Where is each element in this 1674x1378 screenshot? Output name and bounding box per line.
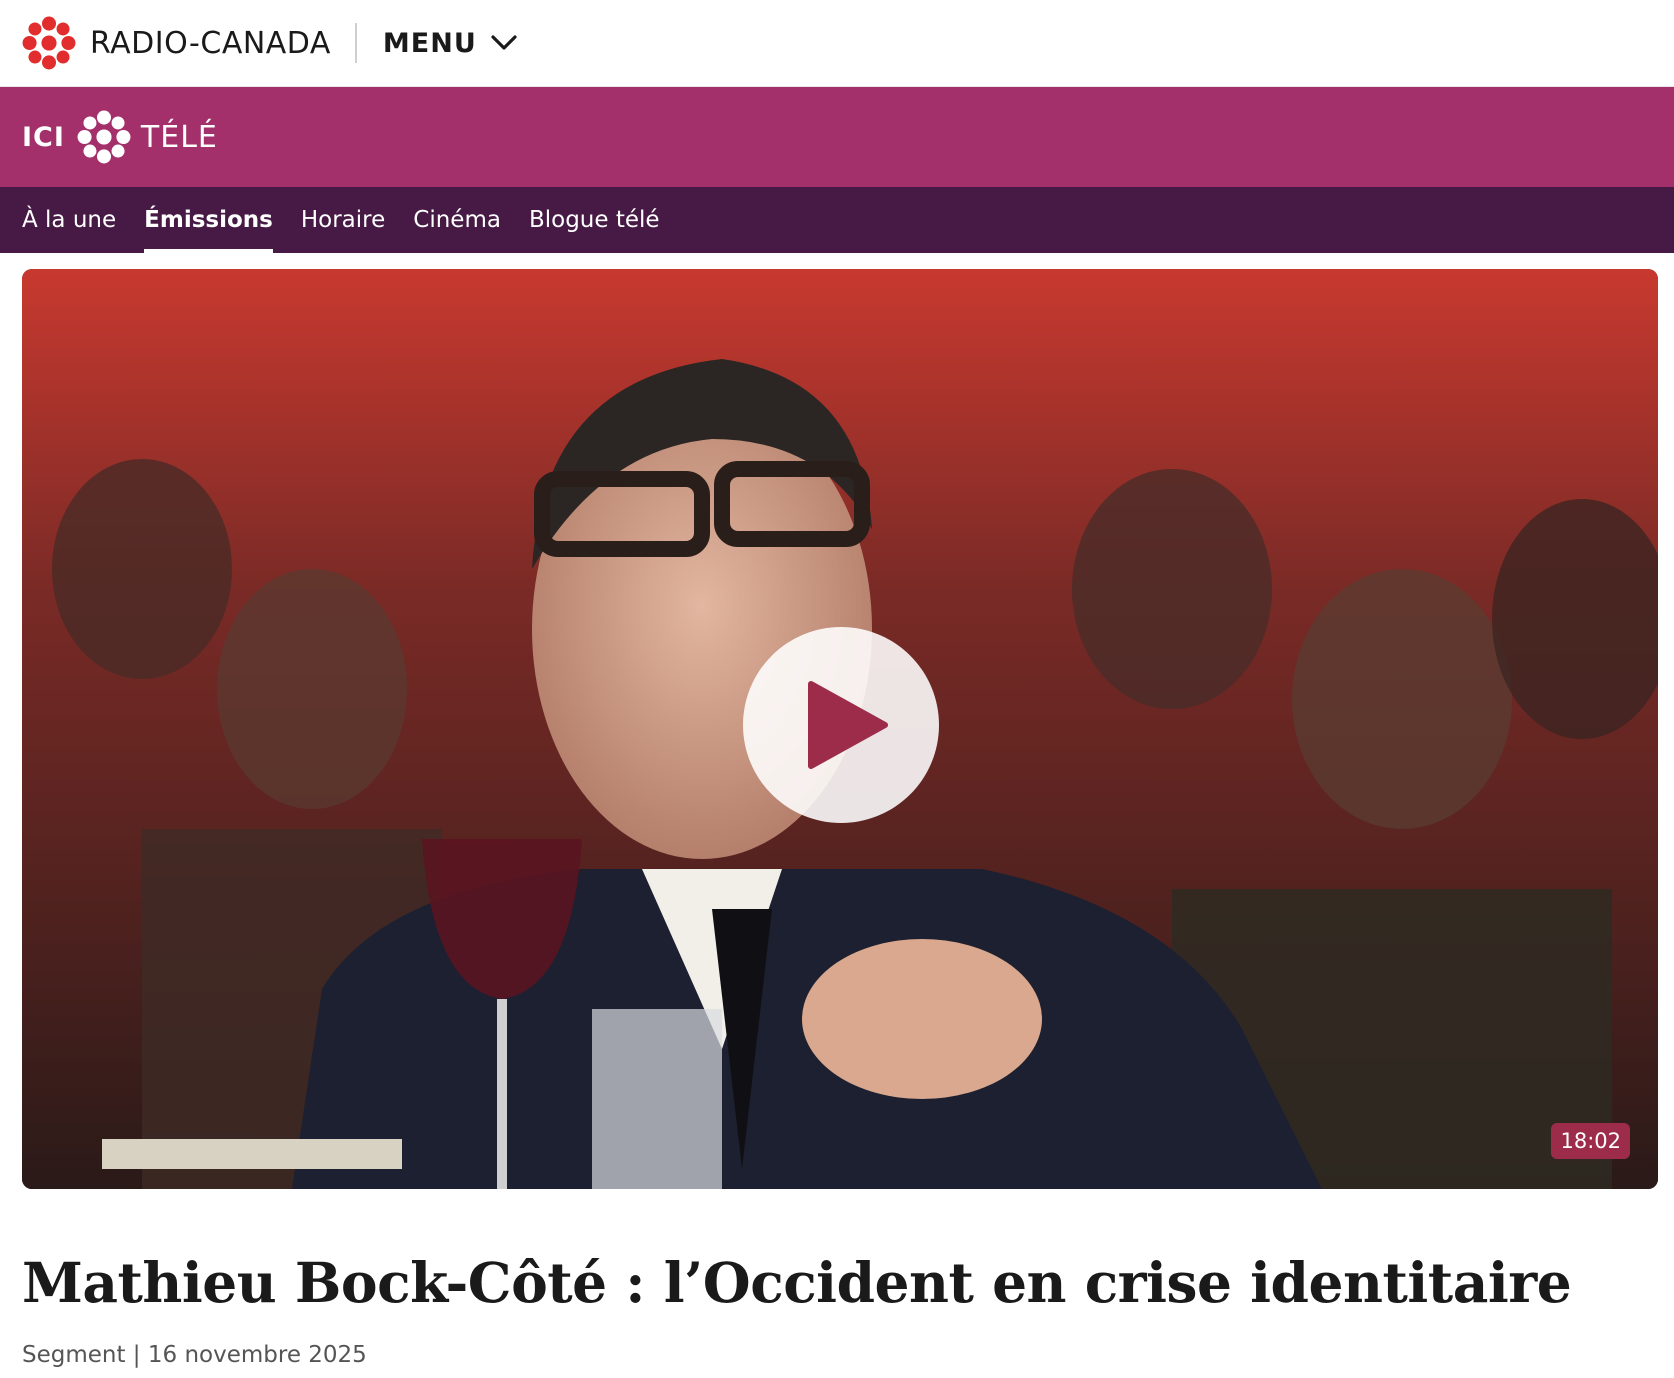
nav-item-label: Cinéma [413, 207, 501, 233]
nav-item-label: À la une [22, 207, 117, 233]
cbc-gem-icon [77, 110, 131, 164]
radio-canada-logo[interactable]: RADIO-CANADA [22, 16, 331, 70]
radio-canada-wordmark: RADIO-CANADA [90, 25, 331, 61]
tele-label[interactable]: TÉLÉ [141, 120, 218, 155]
play-button[interactable] [743, 627, 939, 823]
nav-item-horaire[interactable]: Horaire [301, 187, 385, 253]
cbc-gem-icon [22, 16, 76, 70]
section-nav: À la une Émissions Horaire Cinéma Blogue… [0, 187, 1674, 253]
chevron-down-icon [491, 35, 517, 50]
top-bar: RADIO-CANADA MENU [0, 0, 1674, 87]
duration-badge: 18:02 [1551, 1123, 1630, 1159]
play-icon [808, 681, 888, 769]
page-title: Mathieu Bock-Côté : l’Occident en crise … [22, 1250, 1572, 1315]
nav-item-label: Horaire [300, 207, 386, 233]
divider [354, 23, 357, 63]
nav-item-label: Blogue télé [528, 207, 660, 233]
article-meta: Segment | 16 novembre 2025 [22, 1342, 367, 1368]
nav-item-label: Émissions [144, 207, 273, 233]
nav-item-a-la-une[interactable]: À la une [22, 187, 116, 253]
nav-item-emissions[interactable]: Émissions [144, 187, 273, 253]
menu-button[interactable]: MENU [383, 28, 517, 59]
video-player[interactable]: 18:02 [22, 269, 1658, 1189]
nav-item-cinema[interactable]: Cinéma [413, 187, 501, 253]
nav-item-blogue-tele[interactable]: Blogue télé [529, 187, 660, 253]
menu-label: MENU [382, 27, 477, 59]
ici-label[interactable]: ICI [22, 122, 65, 153]
ici-tele-band: ICI TÉLÉ [0, 87, 1674, 187]
